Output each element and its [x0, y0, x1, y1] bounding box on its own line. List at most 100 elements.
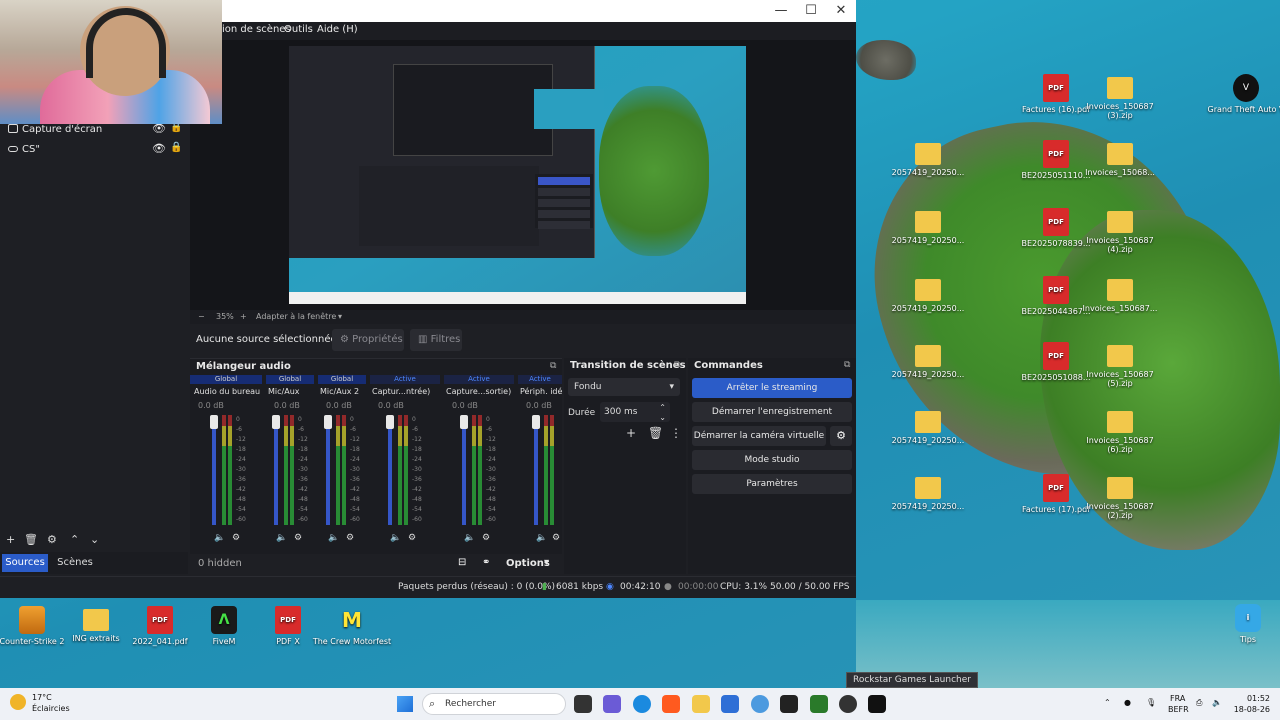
settings-icon[interactable]: ⚙	[552, 533, 560, 543]
transition-select[interactable]: Fondu ▾	[568, 378, 680, 396]
onedrive-icon[interactable]: ●	[1124, 698, 1131, 707]
link-icon[interactable]: ⚭	[482, 557, 490, 568]
source-item[interactable]: CS" 👁 🔒	[6, 142, 184, 158]
fader-knob[interactable]	[210, 415, 218, 429]
channel-name[interactable]: Périph. idéc	[520, 387, 562, 396]
settings-button[interactable]: Paramètres	[692, 474, 852, 494]
fader-knob[interactable]	[532, 415, 540, 429]
desktop-icon[interactable]: 2057419_20250...	[888, 208, 968, 245]
settings-icon[interactable]: ⚙	[482, 533, 490, 543]
nvidia-icon[interactable]	[810, 695, 828, 713]
tab-sources[interactable]: Sources	[2, 554, 48, 572]
zoom-out-icon[interactable]: −	[198, 312, 205, 321]
desktop-icon[interactable]: Invoices_150687 (3).zip	[1080, 74, 1160, 120]
desktop-icon[interactable]: i Tips	[1208, 604, 1280, 644]
settings-icon[interactable]: ⚙	[294, 533, 302, 543]
undock-icon[interactable]: ⧉	[844, 360, 850, 370]
settings-icon[interactable]: ⚙	[408, 533, 416, 543]
fader-knob[interactable]	[386, 415, 394, 429]
undock-icon[interactable]: ⧉	[674, 360, 680, 370]
chevron-up-icon[interactable]: ⌃	[70, 533, 79, 546]
studio-mode-button[interactable]: Mode studio	[692, 450, 852, 470]
steam-icon[interactable]	[751, 695, 769, 713]
desktop-icon[interactable]: 2057419_20250...	[888, 276, 968, 313]
mic-icon[interactable]: 🎙	[1146, 698, 1156, 707]
desktop-icon[interactable]: Invoices_150687...	[1080, 276, 1160, 313]
chevron-up-icon[interactable]: ⌃	[1104, 698, 1111, 707]
chevron-down-icon[interactable]: ▾	[338, 312, 342, 321]
speaker-icon[interactable]: 🔈	[214, 533, 225, 543]
add-source-icon[interactable]: +	[6, 533, 15, 546]
gear-icon[interactable]: ⚙	[830, 426, 852, 446]
desktop-icon[interactable]: V Grand Theft Auto V	[1206, 74, 1280, 114]
duration-input[interactable]: 300 ms ⌃ ⌄	[600, 402, 670, 422]
windows-start-icon[interactable]	[397, 696, 413, 712]
preview-canvas[interactable]	[289, 46, 746, 304]
stop-streaming-button[interactable]: Arrêter le streaming	[692, 378, 852, 398]
speaker-icon[interactable]: 🔈	[276, 533, 287, 543]
fivem-taskbar-icon[interactable]	[868, 695, 886, 713]
fader-knob[interactable]	[324, 415, 332, 429]
task-view-icon[interactable]	[574, 695, 592, 713]
speaker-icon[interactable]: 🔈	[328, 533, 339, 543]
desktop-icon[interactable]: Invoices_150687 (4).zip	[1080, 208, 1160, 254]
properties-button[interactable]: ⚙ Propriétés	[332, 329, 404, 351]
menu-scene-collection[interactable]: ion de scènes	[222, 24, 291, 35]
add-transition-icon[interactable]: +	[626, 426, 636, 440]
menu-help[interactable]: Aide (H)	[317, 24, 358, 35]
volume-fader[interactable]	[534, 417, 538, 525]
menu-tools[interactable]: Outils	[284, 24, 313, 35]
volume-fader[interactable]	[462, 417, 466, 525]
start-recording-button[interactable]: Démarrer l'enregistrement	[692, 402, 852, 422]
channel-name[interactable]: Mic/Aux	[268, 387, 300, 396]
close-button[interactable]: ✕	[826, 2, 856, 20]
desktop-icon[interactable]: 2057419_20250...	[888, 474, 968, 511]
channel-name[interactable]: Captur...ntrée)	[372, 387, 430, 396]
channel-name[interactable]: Audio du bureau	[194, 387, 260, 396]
settings-icon[interactable]: ⚙	[346, 533, 354, 543]
desktop-icon[interactable]: 2057419_20250...	[888, 140, 968, 177]
volume-fader[interactable]	[274, 417, 278, 525]
desktop-icon[interactable]: 2057419_20250...	[888, 408, 968, 445]
desktop-icon[interactable]: Invoices_15068...	[1080, 140, 1160, 177]
chevron-down-icon[interactable]: ▾	[544, 557, 549, 568]
tab-scenes[interactable]: Scènes	[52, 554, 98, 572]
desktop-icon[interactable]: M The Crew Motorfest	[312, 606, 392, 646]
desktop-icon[interactable]: Invoices_150687 (2).zip	[1080, 474, 1160, 520]
chevron-down-icon[interactable]: ⌄	[90, 533, 99, 546]
undock-icon[interactable]: ⧉	[550, 361, 556, 371]
brave-icon[interactable]	[662, 695, 680, 713]
store-icon[interactable]	[721, 695, 739, 713]
channel-name[interactable]: Mic/Aux 2	[320, 387, 359, 396]
minimize-button[interactable]: —	[766, 2, 796, 20]
virtual-camera-button[interactable]: Démarrer la caméra virtuelle	[692, 426, 826, 446]
teams-icon[interactable]	[603, 695, 621, 713]
network-icon[interactable]: ⎙	[1196, 698, 1202, 708]
filters-button[interactable]: ▥ Filtres	[410, 329, 462, 351]
volume-fader[interactable]	[388, 417, 392, 525]
speaker-icon[interactable]: 🔈	[390, 533, 401, 543]
settings-icon[interactable]: ⚙	[232, 533, 240, 543]
speaker-icon[interactable]: 🔈	[536, 533, 547, 543]
source-item[interactable]: Capture d'écran 👁 🔒	[6, 122, 184, 138]
search-input[interactable]: ⌕ Rechercher	[422, 693, 566, 715]
volume-fader[interactable]	[212, 417, 216, 525]
more-icon[interactable]: ⋮	[670, 426, 682, 440]
trash-icon[interactable]: 🗑	[24, 533, 38, 546]
lang-layout[interactable]: BEFR	[1168, 705, 1189, 714]
layout-icon[interactable]: ⊟	[458, 557, 466, 568]
volume-fader[interactable]	[326, 417, 330, 525]
lang-code[interactable]: FRA	[1170, 694, 1185, 703]
desktop-icon[interactable]: Invoices_150687 (5).zip	[1080, 342, 1160, 388]
desktop-icon[interactable]: Invoices_150687 (6).zip	[1080, 408, 1160, 454]
trash-icon[interactable]: 🗑	[648, 426, 663, 440]
fader-knob[interactable]	[460, 415, 468, 429]
speaker-icon[interactable]: 🔈	[464, 533, 475, 543]
edge-icon[interactable]	[633, 695, 651, 713]
epic-games-icon[interactable]	[780, 695, 798, 713]
gear-icon[interactable]: ⚙	[47, 533, 57, 546]
channel-name[interactable]: Capture...sortie)	[446, 387, 511, 396]
file-explorer-icon[interactable]	[692, 695, 710, 713]
lock-icon[interactable]: 🔒	[170, 142, 182, 153]
zoom-fit-select[interactable]: Adapter à la fenêtre	[256, 312, 336, 321]
